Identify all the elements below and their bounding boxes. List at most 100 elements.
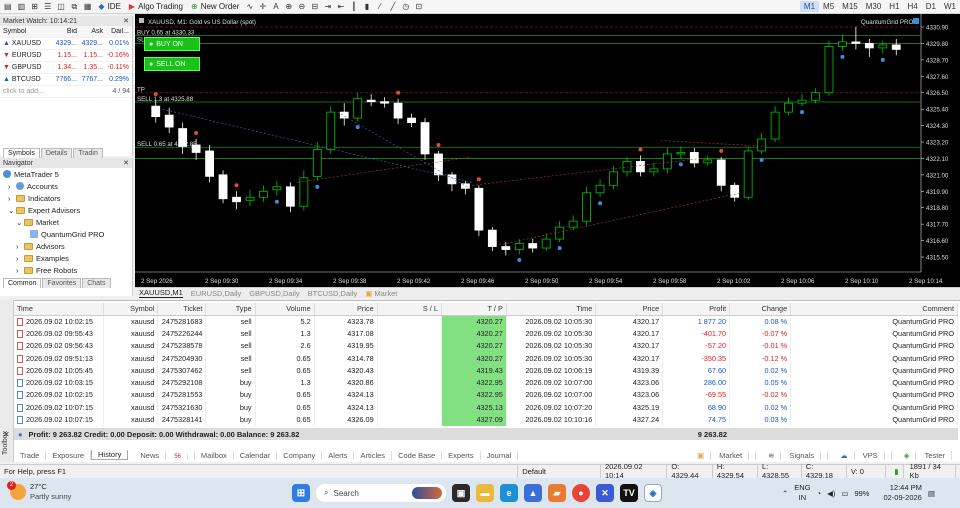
line-chart-icon[interactable]: ⁄ bbox=[374, 1, 385, 12]
algo-trading-button[interactable]: ▶ Algo Trading bbox=[126, 1, 186, 12]
chart-tab-gbpusd[interactable]: GBPUSD,Daily bbox=[249, 289, 299, 298]
chevron-right-icon[interactable]: › bbox=[16, 266, 24, 275]
column-header[interactable]: Time bbox=[506, 303, 597, 316]
volume-icon[interactable]: ◀) bbox=[827, 489, 835, 498]
history-row[interactable]: 2026.09.02 10:05:45 xauusd 2475307462 sell 0… bbox=[14, 364, 958, 377]
column-header[interactable]: T / P bbox=[441, 303, 507, 316]
crosshair-icon[interactable]: ✛ bbox=[257, 1, 268, 12]
tab-history[interactable]: History bbox=[91, 450, 129, 460]
column-header[interactable]: Symbol bbox=[103, 303, 159, 316]
close-icon[interactable]: ✕ bbox=[123, 17, 129, 25]
autoscroll-icon[interactable]: ⇥ bbox=[322, 1, 333, 12]
chart-canvas[interactable]: 4330.90 4329.80 4328.70 4327.60 4326.50 4325.… bbox=[135, 14, 960, 287]
tab-exposure[interactable]: Exposure bbox=[46, 450, 92, 460]
tab-market-right[interactable]: ▣ Market bbox=[685, 450, 757, 460]
chart-indicators-icon[interactable]: ∿ bbox=[244, 1, 255, 12]
tab-tester[interactable]: ◈ Tester bbox=[892, 450, 958, 460]
column-header[interactable]: Ticket bbox=[157, 303, 207, 316]
history-row[interactable]: 2026.09.02 10:02:15 xauusd 2475281553 buy 0.… bbox=[14, 388, 958, 402]
column-header[interactable]: Change bbox=[729, 303, 792, 316]
bar-chart-icon[interactable]: ┃ bbox=[348, 1, 359, 12]
tab-common[interactable]: Common bbox=[3, 278, 42, 288]
tab-journal[interactable]: Journal bbox=[481, 450, 519, 460]
taskbar-search[interactable]: ⌕ Search bbox=[316, 484, 446, 502]
shift-chart-icon[interactable]: ⇤ bbox=[335, 1, 346, 12]
chart-tab-market[interactable]: ▣ Market bbox=[365, 289, 397, 298]
tile-windows-icon[interactable]: ⊟ bbox=[309, 1, 320, 12]
chevron-right-icon[interactable]: › bbox=[8, 182, 16, 191]
tab-favorites[interactable]: Favorites bbox=[42, 278, 82, 288]
timeframe-m1[interactable]: M1 bbox=[799, 1, 820, 12]
profiles-icon[interactable]: ▥ bbox=[16, 1, 28, 12]
nav-item-indicators[interactable]: › Indicators bbox=[0, 192, 132, 204]
history-row[interactable]: 2026.09.02 10:07:15 xauusd 2475328141 buy 0.… bbox=[14, 413, 958, 426]
history-row[interactable]: 2026.09.02 10:02:15 xauusd 2475281683 sell 5… bbox=[14, 315, 958, 328]
tab-code-base[interactable]: Code Base bbox=[392, 450, 443, 460]
sell-on-button[interactable]: ● SELL ON bbox=[144, 57, 200, 71]
navigator-icon[interactable]: ◫ bbox=[55, 1, 67, 12]
history-row[interactable]: 2026.09.02 10:03:15 xauusd 2475292108 buy 1.… bbox=[14, 376, 958, 389]
clock[interactable]: 12:44 PM 02-09-2026 bbox=[883, 483, 921, 503]
photos-icon[interactable]: ▲ bbox=[524, 484, 542, 502]
chevron-down-icon[interactable]: ⌄ bbox=[8, 206, 16, 215]
nav-item-accounts[interactable]: › Accounts bbox=[0, 180, 132, 192]
timeframe-w1[interactable]: W1 bbox=[940, 1, 960, 12]
tab-symbols[interactable]: Symbols bbox=[3, 148, 40, 158]
chart-tab-btcusd[interactable]: BTCUSD,Daily bbox=[308, 289, 358, 298]
tab-chats[interactable]: Chats bbox=[82, 278, 111, 288]
market-watch-row[interactable]: ▼ GBPUSD 1.34... 1.35... -0.11% bbox=[0, 62, 132, 74]
task-view-icon[interactable]: ▣ bbox=[452, 484, 470, 502]
tab-news[interactable]: News 56 bbox=[128, 450, 195, 460]
market-watch-add-row[interactable]: click to add... 4 / 94 bbox=[0, 86, 132, 98]
tab-mailbox[interactable]: Mailbox bbox=[195, 450, 234, 460]
new-chart-icon[interactable]: ▤ bbox=[2, 1, 14, 12]
zoom-in-icon[interactable]: ⊕ bbox=[283, 1, 294, 12]
timeframe-m15[interactable]: M15 bbox=[838, 1, 862, 12]
tab-calendar[interactable]: Calendar bbox=[234, 450, 278, 460]
tab-details[interactable]: Details bbox=[40, 148, 73, 158]
history-row[interactable]: 2026.09.02 09:51:13 xauusd 2475204930 sell 0… bbox=[14, 351, 958, 365]
wifi-icon[interactable]: ◔ bbox=[817, 489, 822, 498]
tab-trading[interactable]: Tradin bbox=[73, 148, 103, 158]
chart-tab-eurusd[interactable]: EURUSD,Daily bbox=[191, 289, 241, 298]
trendline-icon[interactable]: ╱ bbox=[387, 1, 398, 12]
nav-item-quantumgrid[interactable]: QuantumGrid PRO bbox=[0, 228, 132, 240]
weather-widget[interactable]: 2 27°C Partly sunny bbox=[7, 481, 71, 502]
market-watch-row[interactable]: ▼ EURUSD 1.15... 1.15... -0.16% bbox=[0, 50, 132, 62]
nav-item-examples[interactable]: › Examples bbox=[0, 252, 132, 264]
market-watch-row[interactable]: ▲ XAUUSD 4329... 4329... 0.01% bbox=[0, 38, 132, 50]
windows-start-icon[interactable]: ⊞ bbox=[292, 484, 310, 502]
period-icon[interactable]: ◷ bbox=[400, 1, 411, 12]
tradingview-icon[interactable]: TV bbox=[620, 484, 638, 502]
chevron-right-icon[interactable]: › bbox=[16, 254, 24, 263]
column-header[interactable]: Profit bbox=[662, 303, 731, 316]
tab-trade[interactable]: Trade bbox=[14, 450, 47, 460]
new-order-button[interactable]: ⊕ New Order bbox=[188, 1, 242, 12]
nav-item-market[interactable]: ⌄ Market bbox=[0, 216, 132, 228]
history-row[interactable]: 2026.09.02 10:07:15 xauusd 2475321630 buy 0.… bbox=[14, 401, 958, 414]
timeframe-d1[interactable]: D1 bbox=[922, 1, 940, 12]
tab-signals[interactable]: ≋ Signals bbox=[756, 450, 829, 460]
history-center-icon[interactable]: ▦ bbox=[82, 1, 94, 12]
timeframe-m30[interactable]: M30 bbox=[862, 1, 886, 12]
column-header[interactable]: S / L bbox=[377, 303, 442, 316]
nav-item-metatrader[interactable]: MetaTrader 5 bbox=[0, 168, 132, 180]
timeframe-h1[interactable]: H1 bbox=[885, 1, 903, 12]
tab-company[interactable]: Company bbox=[277, 450, 323, 460]
battery-icon[interactable]: ▭ bbox=[841, 489, 848, 498]
toolbox-side-tab[interactable]: ✕ Toolbox bbox=[0, 300, 14, 462]
tab-experts[interactable]: Experts bbox=[442, 450, 481, 460]
history-row[interactable]: 2026.09.02 09:55:43 xauusd 2475226244 sell 1… bbox=[14, 327, 958, 340]
chrome-icon[interactable]: ● bbox=[572, 484, 590, 502]
column-header[interactable]: Price bbox=[595, 303, 664, 316]
text-tool-icon[interactable]: A bbox=[270, 1, 281, 12]
column-header[interactable]: Time bbox=[14, 303, 105, 316]
market-watch-row[interactable]: ▲ BTCUSD 7766... 7767... 0.29% bbox=[0, 74, 132, 86]
nav-item-advisors[interactable]: › Advisors bbox=[0, 240, 132, 252]
chevron-up-icon[interactable]: ⌃ bbox=[782, 489, 788, 498]
column-header[interactable]: Comment bbox=[790, 303, 958, 316]
tab-alerts[interactable]: Alerts bbox=[322, 450, 355, 460]
app-icon[interactable]: ▰ bbox=[548, 484, 566, 502]
data-window-icon[interactable]: ☰ bbox=[42, 1, 53, 12]
column-header[interactable]: Price bbox=[314, 303, 378, 316]
